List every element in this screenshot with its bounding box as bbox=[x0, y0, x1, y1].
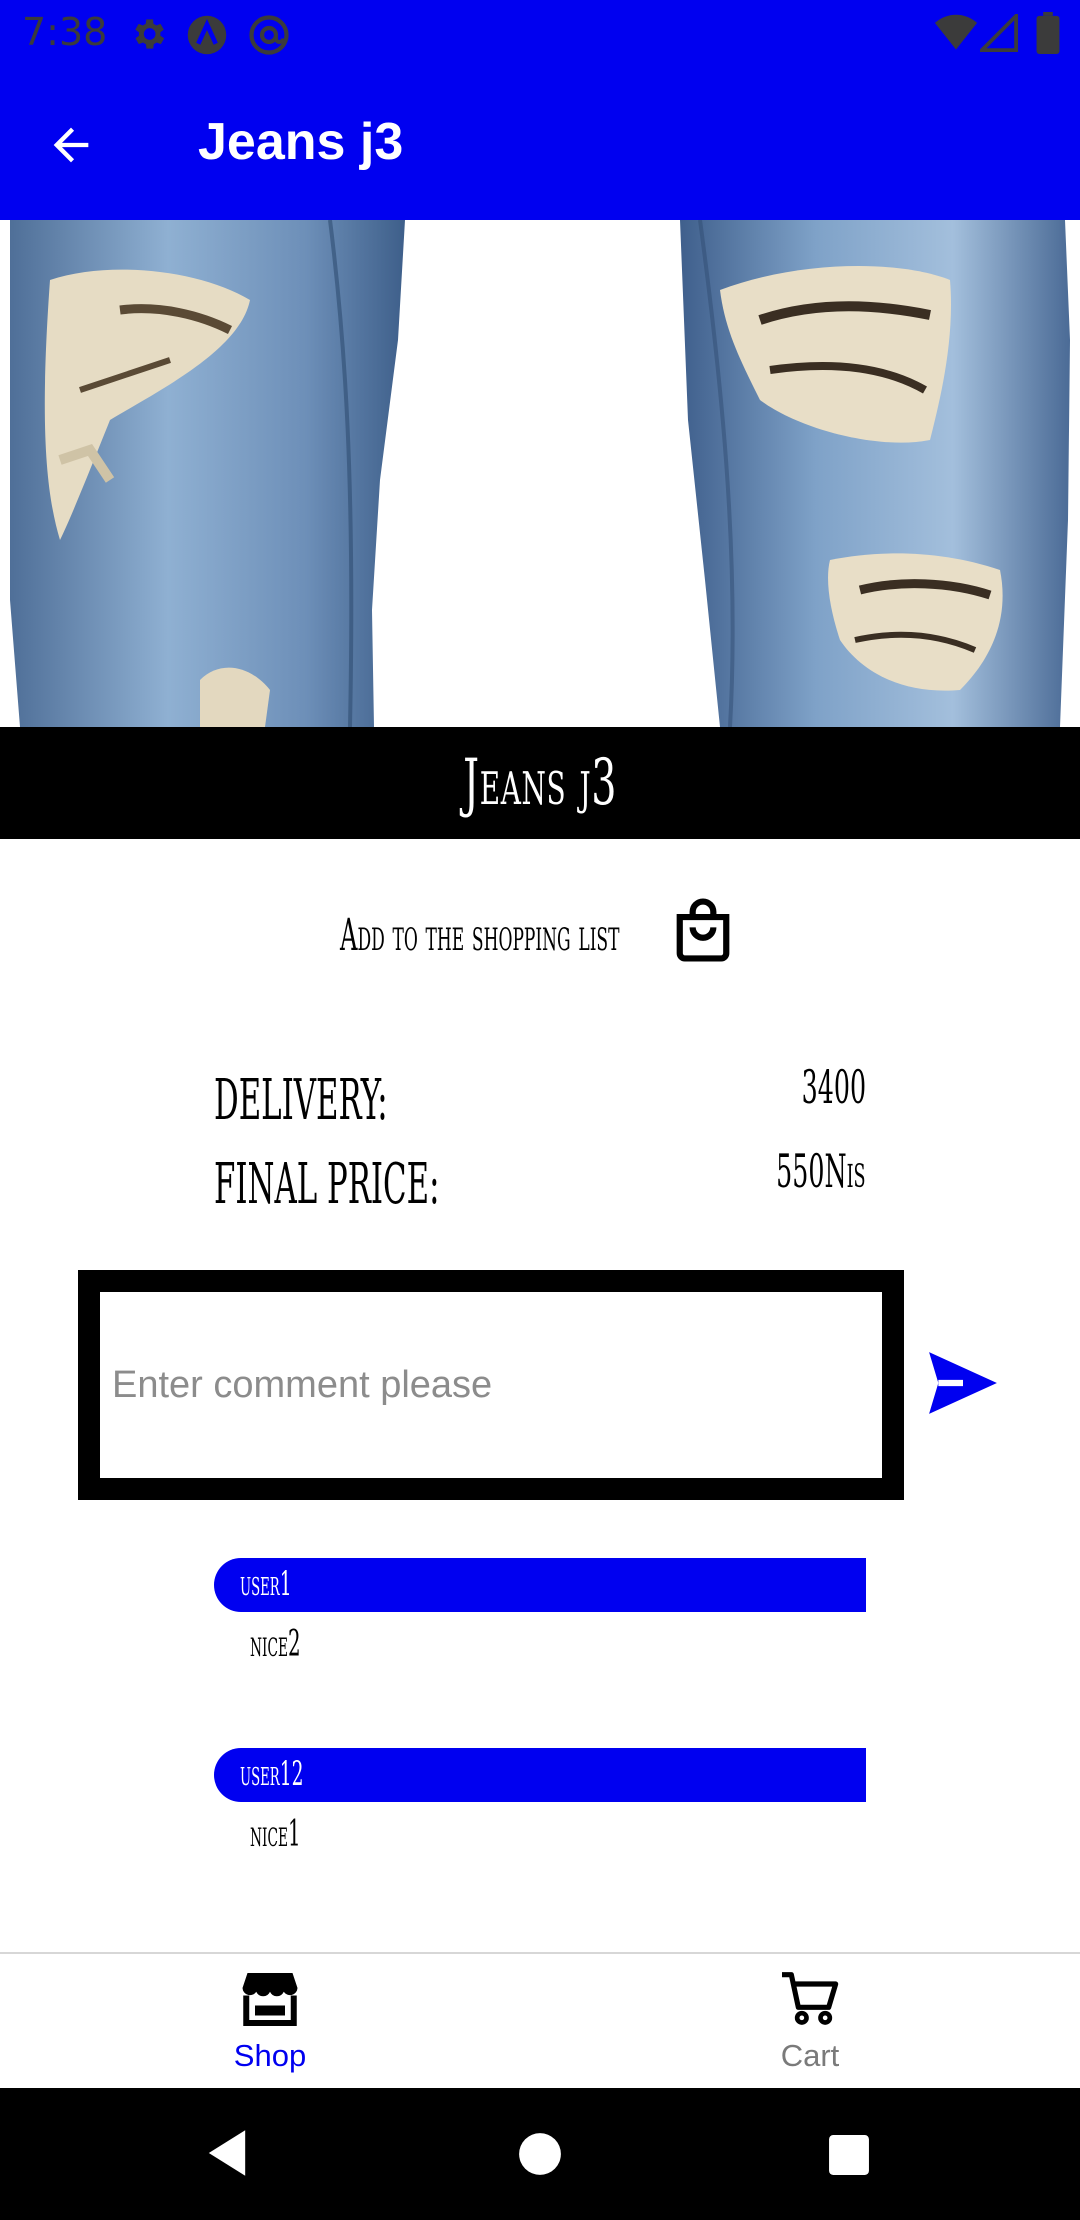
comment-user: user12 bbox=[240, 1754, 304, 1794]
shopping-bag-icon bbox=[672, 895, 734, 970]
final-price-value: 550Nis bbox=[776, 1144, 866, 1198]
signal-icon bbox=[977, 11, 1018, 57]
add-to-list-label: Add to the shopping list bbox=[340, 909, 620, 961]
nav-item-shop[interactable]: Shop bbox=[0, 1954, 540, 2088]
system-back-button[interactable] bbox=[204, 2128, 250, 2183]
screen: 7:38 Jeans j3 Jeans j3 Add to the shoppi… bbox=[0, 0, 1080, 2220]
store-icon bbox=[240, 1970, 300, 2031]
delivery-value: 3400 bbox=[801, 1060, 866, 1114]
battery-icon bbox=[1036, 12, 1060, 59]
status-bar: 7:38 bbox=[0, 0, 1080, 68]
comment-text: nice1 bbox=[250, 1814, 301, 1855]
comment-user-bar: user1 bbox=[214, 1558, 866, 1612]
nav-label-cart: Cart bbox=[780, 2038, 840, 2073]
nav-label-shop: Shop bbox=[233, 2038, 307, 2073]
cart-icon bbox=[779, 1970, 841, 2031]
app-bar: Jeans j3 bbox=[0, 68, 1080, 220]
send-icon bbox=[929, 1352, 997, 1414]
triangle-back-icon bbox=[208, 2130, 246, 2176]
delivery-row: DELIVERY: 3400 bbox=[214, 1060, 866, 1133]
page-title: Jeans j3 bbox=[198, 113, 404, 171]
circle-home-icon bbox=[519, 2133, 561, 2175]
final-price-row: FINAL PRICE: 550Nis bbox=[214, 1144, 866, 1217]
add-to-shopping-list-button[interactable]: Add to the shopping list bbox=[340, 895, 740, 975]
comment-text: nice2 bbox=[250, 1624, 301, 1665]
at-sign-icon bbox=[248, 14, 290, 61]
comment-item: user1 nice2 bbox=[214, 1558, 866, 1688]
final-price-label: FINAL PRICE: bbox=[214, 1152, 440, 1217]
comment-box bbox=[78, 1270, 904, 1500]
system-navigation-bar bbox=[0, 2088, 1080, 2220]
arrow-left-icon bbox=[53, 127, 89, 163]
bottom-navigation: Shop Cart bbox=[0, 1952, 1080, 2088]
settings-icon bbox=[128, 14, 168, 59]
wifi-icon bbox=[934, 14, 978, 57]
status-time: 7:38 bbox=[22, 10, 108, 54]
comment-user: user1 bbox=[240, 1564, 292, 1604]
product-name: Jeans j3 bbox=[463, 746, 617, 820]
comment-item: user12 nice1 bbox=[214, 1748, 866, 1878]
product-name-banner: Jeans j3 bbox=[0, 727, 1080, 839]
comment-user-bar: user12 bbox=[214, 1748, 866, 1802]
delivery-label: DELIVERY: bbox=[214, 1068, 388, 1133]
nav-item-cart[interactable]: Cart bbox=[540, 1954, 1080, 2088]
back-button[interactable] bbox=[36, 110, 106, 180]
a-badge-icon bbox=[186, 14, 228, 61]
system-recents-button[interactable] bbox=[828, 2134, 870, 2181]
system-home-button[interactable] bbox=[518, 2132, 562, 2181]
comment-input[interactable] bbox=[100, 1292, 882, 1478]
square-recents-icon bbox=[829, 2135, 869, 2175]
send-comment-button[interactable] bbox=[926, 1348, 1006, 1420]
product-image bbox=[0, 220, 1080, 727]
